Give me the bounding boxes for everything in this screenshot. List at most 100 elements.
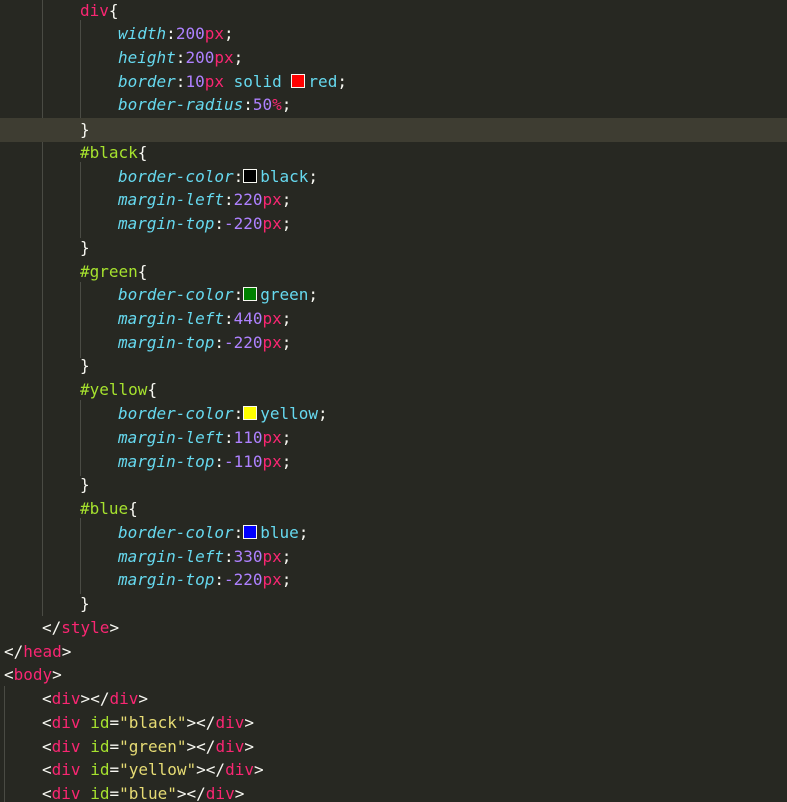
css-property: border [118, 72, 176, 91]
equals: = [109, 713, 120, 732]
code-line[interactable]: </head> [0, 640, 787, 664]
code-line[interactable]: height:200px; [0, 46, 787, 70]
code-line[interactable]: #yellow{ [0, 378, 787, 402]
tag-bracket: </ [4, 642, 24, 661]
brace: { [137, 143, 148, 162]
tag-bracket: > [186, 713, 197, 732]
css-color-name: yellow [260, 404, 319, 423]
html-attribute: id [90, 760, 110, 779]
html-string: "black" [119, 713, 187, 732]
css-unit: px [262, 333, 282, 352]
code-line[interactable]: margin-top:-110px; [0, 450, 787, 474]
css-unit: px [262, 190, 282, 209]
code-line[interactable]: margin-top:-220px; [0, 568, 787, 592]
code-line[interactable]: div{ [0, 0, 787, 23]
html-tag-div: div [109, 689, 139, 708]
semicolon: ; [281, 452, 292, 471]
css-number: 220 [233, 333, 263, 352]
code-line[interactable]: margin-top:-220px; [0, 331, 787, 355]
tag-bracket: </ [196, 737, 216, 756]
css-number: 440 [233, 309, 263, 328]
code-line[interactable]: margin-left:110px; [0, 426, 787, 450]
equals: = [109, 784, 120, 802]
selector-blue: #blue [80, 499, 129, 518]
code-line[interactable]: margin-left:440px; [0, 307, 787, 331]
colon: : [233, 404, 244, 423]
code-line[interactable]: #green{ [0, 260, 787, 284]
color-swatch-red[interactable] [291, 74, 306, 88]
code-line[interactable]: } [0, 473, 787, 497]
css-property: width [118, 24, 167, 43]
css-property: margin-top [118, 333, 215, 352]
tag-bracket: > [244, 713, 254, 732]
code-line[interactable]: } [0, 236, 787, 260]
code-line[interactable]: <body> [0, 663, 787, 687]
css-property: border-radius [118, 95, 244, 114]
tag-bracket: < [4, 665, 14, 684]
colon: : [166, 24, 176, 43]
tag-bracket: < [42, 784, 52, 802]
tag-bracket: < [42, 760, 52, 779]
color-swatch-blue[interactable] [243, 525, 258, 539]
code-line-active[interactable]: } [0, 118, 787, 142]
html-tag-body: body [13, 665, 53, 684]
css-color-name: green [260, 285, 309, 304]
tag-bracket: > [234, 784, 245, 802]
code-line[interactable]: </style> [0, 616, 787, 640]
code-line[interactable]: <div id="black"></div> [0, 711, 787, 735]
css-minus: - [223, 452, 234, 471]
css-property: height [118, 48, 176, 67]
css-number: 200 [175, 24, 205, 43]
code-line[interactable]: <div id="yellow"></div> [0, 758, 787, 782]
html-tag-div: div [51, 784, 81, 802]
code-line[interactable]: } [0, 592, 787, 616]
code-line[interactable]: <div id="green"></div> [0, 735, 787, 759]
css-minus: - [223, 333, 234, 352]
code-line[interactable]: border-color: yellow; [0, 402, 787, 426]
css-property: margin-top [118, 570, 215, 589]
colon: : [214, 214, 224, 233]
code-line[interactable]: margin-left:220px; [0, 188, 787, 212]
selector-green: #green [80, 262, 138, 281]
code-line[interactable]: border-color: green; [0, 283, 787, 307]
code-line[interactable]: width:200px; [0, 22, 787, 46]
color-swatch-green[interactable] [243, 287, 258, 301]
css-number: 220 [233, 214, 263, 233]
code-line[interactable]: border:10px solid red; [0, 70, 787, 94]
code-line[interactable]: #black{ [0, 141, 787, 165]
semicolon: ; [308, 285, 319, 304]
colon: : [214, 333, 224, 352]
colon: : [175, 72, 186, 91]
code-line[interactable]: border-color: blue; [0, 521, 787, 545]
brace: } [80, 238, 90, 257]
code-line[interactable]: margin-top:-220px; [0, 212, 787, 236]
tag-bracket: > [138, 689, 148, 708]
html-tag-div: div [51, 737, 81, 756]
code-line[interactable]: #blue{ [0, 497, 787, 521]
code-line[interactable]: border-radius:50%; [0, 93, 787, 117]
code-line[interactable]: margin-left:330px; [0, 545, 787, 569]
code-line[interactable]: <div></div> [0, 687, 787, 711]
brace: } [80, 356, 90, 375]
css-property: margin-top [118, 452, 215, 471]
semicolon: ; [308, 167, 319, 186]
colon: : [223, 190, 234, 209]
code-editor[interactable]: div{ width:200px; height:200px; border:1… [0, 0, 787, 802]
css-unit: px [214, 48, 234, 67]
semicolon: ; [298, 523, 309, 542]
css-property: margin-left [118, 428, 224, 447]
css-unit: px [204, 72, 224, 91]
code-line[interactable]: } [0, 354, 787, 378]
html-tag-div: div [51, 689, 81, 708]
semicolon: ; [281, 333, 292, 352]
code-line[interactable]: <div id="blue"></div> [0, 782, 787, 802]
html-string: "green" [119, 737, 187, 756]
color-swatch-yellow[interactable] [243, 406, 258, 420]
css-keyword: solid [233, 72, 282, 91]
semicolon: ; [281, 428, 292, 447]
tag-bracket: > [80, 689, 91, 708]
color-swatch-black[interactable] [243, 169, 258, 183]
code-line[interactable]: border-color: black; [0, 165, 787, 189]
html-string: "blue" [119, 784, 177, 802]
css-property: border-color [118, 167, 234, 186]
